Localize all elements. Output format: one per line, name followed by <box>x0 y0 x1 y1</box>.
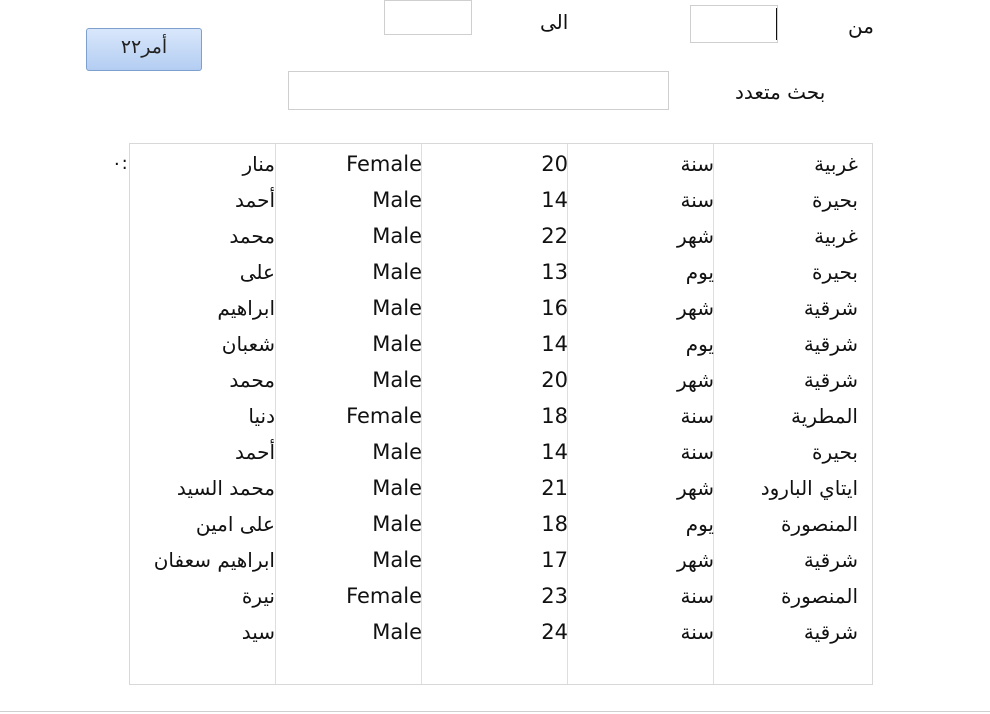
cell-gender: Female <box>346 404 422 428</box>
cell-name: أحمد <box>235 188 275 212</box>
table-row[interactable]: بحيرة سنة 14 Male أحمد <box>130 182 872 218</box>
table-row[interactable]: المطرية سنة 18 Female دنيا <box>130 398 872 434</box>
table-row[interactable]: بحيرة سنة 14 Male أحمد <box>130 434 872 470</box>
cell-age: 21 <box>541 476 568 500</box>
table-row[interactable]: بحيرة يوم 13 Male على <box>130 254 872 290</box>
command-button[interactable]: أمر٢٢ <box>86 28 202 71</box>
cell-age: 22 <box>541 224 568 248</box>
cell-age-unit: يوم <box>685 260 714 284</box>
cell-gender: Male <box>372 260 422 284</box>
cell-age-unit: سنة <box>680 584 714 608</box>
cell-age-unit: سنة <box>680 620 714 644</box>
cell-governorate: شرقية <box>803 548 858 572</box>
cell-age-unit: شهر <box>676 296 714 320</box>
cell-gender: Male <box>372 440 422 464</box>
cell-name: دنيا <box>248 404 275 428</box>
cell-name: على <box>239 260 275 284</box>
cell-age: 16 <box>541 296 568 320</box>
cell-age-unit: شهر <box>676 476 714 500</box>
to-input[interactable] <box>384 0 472 35</box>
cell-governorate: شرقية <box>803 332 858 356</box>
cell-gender: Female <box>346 584 422 608</box>
table-row[interactable]: شرقية سنة 24 Male سيد <box>130 614 872 650</box>
cell-age-unit: يوم <box>685 332 714 356</box>
cell-age: 13 <box>541 260 568 284</box>
cell-age-unit: سنة <box>680 188 714 212</box>
cell-governorate: ايتاي البارود <box>760 476 858 500</box>
cell-governorate: غربية <box>814 224 858 248</box>
table-row[interactable]: شرقية شهر 20 Male محمد <box>130 362 872 398</box>
cell-name: محمد <box>229 224 275 248</box>
table-row[interactable]: غربية شهر 22 Male محمد <box>130 218 872 254</box>
cell-age: 20 <box>541 368 568 392</box>
multi-search-input[interactable] <box>288 71 669 110</box>
cell-name: ابراهيم <box>217 296 275 320</box>
table-row[interactable]: شرقية شهر 17 Male ابراهيم سعفان <box>130 542 872 578</box>
multi-search-label: بحث متعدد <box>735 80 826 104</box>
cell-governorate: شرقية <box>803 368 858 392</box>
cell-gender: Male <box>372 296 422 320</box>
cell-governorate: شرقية <box>803 620 858 644</box>
cell-governorate: شرقية <box>803 296 858 320</box>
cell-name: محمد السيد <box>176 476 275 500</box>
cell-age: 23 <box>541 584 568 608</box>
cell-governorate: بحيرة <box>811 260 858 284</box>
cell-name: أحمد <box>235 440 275 464</box>
cell-governorate: غربية <box>814 152 858 176</box>
cell-name: شعبان <box>221 332 275 356</box>
cell-gender: Male <box>372 332 422 356</box>
cell-gender: Male <box>372 548 422 572</box>
cell-age-unit: سنة <box>680 152 714 176</box>
cell-age: 18 <box>541 404 568 428</box>
cell-age-unit: سنة <box>680 440 714 464</box>
cell-name: نيرة <box>241 584 275 608</box>
cell-governorate: المنصورة <box>780 584 858 608</box>
cell-age-unit: يوم <box>685 512 714 536</box>
cell-age: 17 <box>541 548 568 572</box>
cell-name: سيد <box>241 620 275 644</box>
table-row[interactable]: المنصورة يوم 18 Male على امين <box>130 506 872 542</box>
cell-name: على امين <box>195 512 275 536</box>
cell-age: 14 <box>541 188 568 212</box>
text-caret <box>776 8 777 40</box>
cell-age-unit: شهر <box>676 368 714 392</box>
cell-name: محمد <box>229 368 275 392</box>
cell-gender: Male <box>372 188 422 212</box>
cell-governorate: المطرية <box>791 404 858 428</box>
cell-age: 14 <box>541 440 568 464</box>
cell-gender: Female <box>346 152 422 176</box>
cell-gender: Male <box>372 476 422 500</box>
record-counter: :٠ <box>112 153 128 174</box>
cell-gender: Male <box>372 620 422 644</box>
cell-age: 24 <box>541 620 568 644</box>
from-input[interactable] <box>690 5 778 43</box>
table-row[interactable]: المنصورة سنة 23 Female نيرة <box>130 578 872 614</box>
cell-gender: Male <box>372 368 422 392</box>
cell-age: 20 <box>541 152 568 176</box>
bottom-divider <box>0 711 990 712</box>
cell-age-unit: سنة <box>680 404 714 428</box>
table-row[interactable]: شرقية شهر 16 Male ابراهيم <box>130 290 872 326</box>
cell-governorate: بحيرة <box>811 440 858 464</box>
table-row[interactable]: غربية سنة 20 Female منار <box>130 146 872 182</box>
cell-governorate: بحيرة <box>811 188 858 212</box>
to-label: الى <box>540 10 569 34</box>
cell-governorate: المنصورة <box>780 512 858 536</box>
table-row[interactable]: شرقية يوم 14 Male شعبان <box>130 326 872 362</box>
table-row[interactable]: ايتاي البارود شهر 21 Male محمد السيد <box>130 470 872 506</box>
cell-age: 14 <box>541 332 568 356</box>
cell-name: ابراهيم سعفان <box>153 548 275 572</box>
cell-age-unit: شهر <box>676 224 714 248</box>
cell-name: منار <box>242 152 276 176</box>
cell-gender: Male <box>372 512 422 536</box>
cell-gender: Male <box>372 224 422 248</box>
cell-age: 18 <box>541 512 568 536</box>
cell-age-unit: شهر <box>676 548 714 572</box>
from-label: من <box>848 14 874 38</box>
